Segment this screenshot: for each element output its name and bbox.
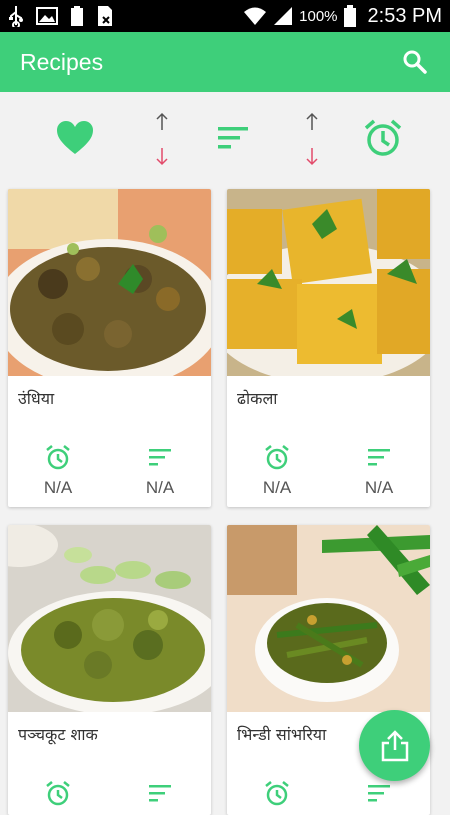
battery-full-icon bbox=[71, 6, 83, 26]
recipe-card[interactable]: उंधिया N/A N/A bbox=[8, 189, 211, 507]
prep-time: N/A bbox=[247, 444, 307, 498]
no-sim-icon bbox=[98, 6, 112, 26]
up-down-arrows-icon bbox=[306, 112, 318, 166]
servings-value: N/A bbox=[145, 478, 175, 497]
search-button[interactable] bbox=[400, 47, 430, 77]
alarm-clock-icon bbox=[265, 445, 289, 470]
prep-time bbox=[28, 780, 88, 814]
sort-button[interactable] bbox=[216, 124, 250, 152]
recipe-title: ढोकला bbox=[237, 389, 278, 408]
clock: 2:53 PM bbox=[367, 4, 442, 27]
battery-icon bbox=[343, 5, 356, 27]
sort-order-toggle-1[interactable] bbox=[151, 110, 173, 168]
servings: N/A bbox=[130, 444, 190, 498]
recipe-photo bbox=[8, 525, 211, 712]
sort-order-toggle-2[interactable] bbox=[301, 110, 323, 168]
alarm-clock-icon bbox=[364, 119, 402, 156]
alarm-clock-icon bbox=[46, 445, 70, 470]
recipe-title: भिन्डी सांभरिया bbox=[237, 725, 327, 744]
sort-lines-icon bbox=[218, 127, 248, 149]
recipe-photo bbox=[227, 189, 430, 376]
share-icon bbox=[381, 729, 408, 761]
servings bbox=[130, 780, 190, 814]
recipe-title: पञ्चकूट शाक bbox=[18, 725, 98, 744]
time-filter-button[interactable] bbox=[364, 118, 402, 158]
recipe-photo bbox=[227, 525, 430, 712]
alarm-clock-icon bbox=[46, 781, 70, 806]
app-bar: Recipes bbox=[0, 32, 450, 92]
image-icon bbox=[36, 7, 58, 25]
sort-lines-icon bbox=[368, 785, 390, 802]
recipe-card[interactable]: ढोकला N/A N/A bbox=[227, 189, 430, 507]
favorites-filter-button[interactable] bbox=[56, 120, 94, 156]
prep-time: N/A bbox=[28, 444, 88, 498]
servings bbox=[349, 780, 409, 814]
recipe-title: उंधिया bbox=[18, 389, 55, 408]
usb-icon bbox=[9, 6, 23, 27]
wifi-icon bbox=[244, 7, 267, 25]
servings-value: N/A bbox=[364, 478, 394, 497]
alarm-clock-icon bbox=[265, 781, 289, 806]
filter-bar bbox=[0, 92, 450, 184]
sort-lines-icon bbox=[149, 785, 171, 802]
prep-time bbox=[247, 780, 307, 814]
heart-icon bbox=[57, 121, 93, 154]
sort-lines-icon bbox=[149, 449, 171, 466]
recipe-card[interactable]: पञ्चकूट शाक bbox=[8, 525, 211, 815]
recipe-photo bbox=[8, 189, 211, 376]
sort-lines-icon bbox=[368, 449, 390, 466]
prep-time-value: N/A bbox=[43, 478, 73, 497]
signal-icon bbox=[274, 7, 293, 25]
servings: N/A bbox=[349, 444, 409, 498]
battery-percent: 100% bbox=[299, 7, 338, 25]
prep-time-value: N/A bbox=[262, 478, 292, 497]
status-bar: 100% 2:53 PM bbox=[0, 0, 450, 32]
share-button[interactable] bbox=[359, 710, 430, 781]
page-title: Recipes bbox=[20, 48, 104, 75]
search-icon bbox=[403, 50, 427, 74]
up-down-arrows-icon bbox=[156, 112, 168, 166]
